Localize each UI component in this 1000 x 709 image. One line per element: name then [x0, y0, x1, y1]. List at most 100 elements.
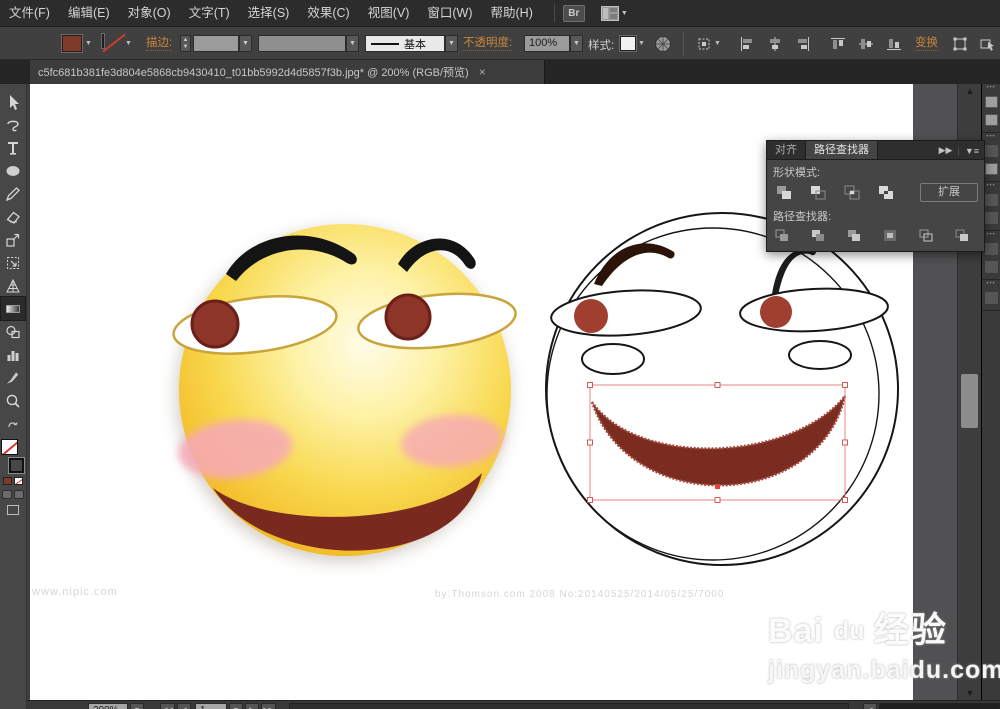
draw-behind-button[interactable]: [14, 490, 24, 499]
stroke-weight-stepper[interactable]: ▲▼: [180, 35, 191, 52]
opacity-field[interactable]: 100%: [524, 35, 570, 52]
ellipse-tool[interactable]: [1, 159, 25, 182]
type-tool[interactable]: [1, 136, 25, 159]
menu-type[interactable]: 文字(T): [180, 0, 239, 27]
align-left-icon[interactable]: [737, 34, 757, 53]
color-button[interactable]: [3, 477, 12, 485]
zoom-dropdown[interactable]: ▼: [130, 703, 144, 709]
menu-select[interactable]: 选择(S): [239, 0, 299, 27]
merge-icon[interactable]: [845, 227, 863, 244]
none-button[interactable]: [14, 477, 23, 485]
transform-label[interactable]: 变换: [915, 37, 938, 51]
opacity-label[interactable]: 不透明度:: [463, 37, 512, 51]
recolor-artwork-icon[interactable]: [653, 34, 673, 53]
stroke-box[interactable]: [9, 458, 24, 473]
stroke-style-field[interactable]: 基本: [365, 35, 445, 52]
column-graph-tool[interactable]: [1, 343, 25, 366]
tab-pathfinder[interactable]: 路径查找器: [805, 140, 878, 159]
stroke-color-swatch[interactable]: [102, 34, 104, 48]
filled-smiley[interactable]: [170, 224, 518, 562]
stroke-dropdown-icon[interactable]: ▼: [125, 40, 136, 49]
bounding-box-icon[interactable]: [950, 34, 970, 53]
close-tab-icon[interactable]: ×: [479, 65, 486, 79]
status-bar: 200% ▼ ◀◀ ◀ 1 ▼ ▶ ▶▶ ◀: [27, 700, 1000, 709]
next-artboard-icon[interactable]: ▶: [245, 703, 259, 709]
align-middle-icon[interactable]: [856, 34, 876, 53]
stroke-weight-field[interactable]: [193, 35, 239, 52]
artboard-number-field[interactable]: 1: [195, 703, 227, 709]
blend-tool[interactable]: [1, 320, 25, 343]
lasso-tool[interactable]: [1, 113, 25, 136]
menu-edit[interactable]: 编辑(E): [59, 0, 119, 27]
gradient-tool[interactable]: [1, 297, 25, 320]
menu-view[interactable]: 视图(V): [359, 0, 419, 27]
style-swatch[interactable]: [620, 36, 636, 51]
isolate-selection-icon[interactable]: [978, 34, 998, 53]
perspective-grid-tool[interactable]: [1, 274, 25, 297]
menu-window[interactable]: 窗口(W): [418, 0, 481, 27]
stroke-weight-label[interactable]: 描边:: [146, 37, 172, 51]
hscroll-left-icon[interactable]: ◀: [863, 703, 877, 709]
opacity-dropdown[interactable]: ▼: [570, 35, 583, 52]
fill-stroke-indicator[interactable]: [1, 439, 25, 473]
align-right-icon[interactable]: [793, 34, 813, 53]
scroll-down-icon[interactable]: ▼: [958, 686, 982, 700]
dock-group[interactable]: •••: [982, 280, 1000, 311]
last-artboard-icon[interactable]: ▶▶: [261, 703, 276, 709]
collapse-panel-icon[interactable]: ▶▶: [939, 145, 953, 156]
align-center-icon[interactable]: [765, 34, 785, 53]
align-to-selection-icon[interactable]: [694, 34, 714, 53]
pencil-tool[interactable]: [1, 182, 25, 205]
menu-effect[interactable]: 效果(C): [298, 0, 358, 27]
minus-back-icon[interactable]: [953, 227, 971, 244]
selection-tool[interactable]: [1, 90, 25, 113]
expand-button[interactable]: 扩展: [920, 183, 978, 202]
tab-align[interactable]: 对齐: [767, 141, 805, 159]
artboard-dropdown[interactable]: ▼: [229, 703, 243, 709]
trim-icon[interactable]: [809, 227, 827, 244]
horizontal-scrollbar[interactable]: [879, 703, 1000, 709]
workspace-switcher[interactable]: ▼: [601, 6, 628, 21]
menu-help[interactable]: 帮助(H): [482, 0, 542, 27]
fill-dropdown-icon[interactable]: ▼: [85, 40, 96, 49]
brush-tool[interactable]: [1, 366, 25, 389]
minus-front-icon[interactable]: [807, 183, 829, 202]
screen-mode-button[interactable]: [7, 505, 19, 515]
fill-color-swatch[interactable]: [62, 35, 82, 52]
workspace-icon: [601, 6, 619, 21]
brush-definition-field[interactable]: [258, 35, 346, 52]
zoom-level-field[interactable]: 200%: [88, 703, 128, 709]
divide-icon[interactable]: [773, 227, 791, 244]
free-transform-tool[interactable]: [1, 251, 25, 274]
scale-tool[interactable]: [1, 228, 25, 251]
fill-box-none[interactable]: [1, 439, 18, 455]
draw-normal-button[interactable]: [2, 490, 12, 499]
intersect-icon[interactable]: [841, 183, 863, 202]
align-to-dropdown-icon[interactable]: ▼: [714, 40, 725, 49]
pathfinder-panel-header: 对齐 路径查找器 ▶▶ | ▼≡: [766, 140, 985, 159]
outline-icon[interactable]: [917, 227, 935, 244]
style-dropdown-icon[interactable]: ▼: [638, 40, 649, 49]
anchor-point[interactable]: [715, 484, 720, 489]
document-tab[interactable]: c5fc681b381fe3d804e5868cb9430410_t01bb59…: [30, 60, 545, 84]
menu-file[interactable]: 文件(F): [0, 0, 59, 27]
panel-menu-icon[interactable]: ▼≡: [965, 146, 979, 156]
scroll-up-icon[interactable]: ▲: [958, 84, 982, 98]
prev-artboard-icon[interactable]: ◀: [177, 703, 191, 709]
eraser-tool[interactable]: [1, 205, 25, 228]
stroke-weight-dropdown[interactable]: ▼: [239, 35, 252, 52]
dock-group[interactable]: •••: [982, 84, 1000, 133]
align-top-icon[interactable]: [828, 34, 848, 53]
exclude-icon[interactable]: [875, 183, 897, 202]
zoom-tool[interactable]: [1, 389, 25, 412]
first-artboard-icon[interactable]: ◀◀: [160, 703, 175, 709]
menu-object[interactable]: 对象(O): [119, 0, 180, 27]
unite-icon[interactable]: [773, 183, 795, 202]
bridge-button[interactable]: Br: [563, 5, 585, 22]
brush-definition-dropdown[interactable]: ▼: [346, 35, 359, 52]
stroke-style-dropdown[interactable]: ▼: [445, 35, 458, 52]
scrollbar-thumb[interactable]: [961, 374, 978, 428]
swap-fill-stroke-icon[interactable]: [1, 412, 25, 435]
crop-icon[interactable]: [881, 227, 899, 244]
align-bottom-icon[interactable]: [884, 34, 904, 53]
